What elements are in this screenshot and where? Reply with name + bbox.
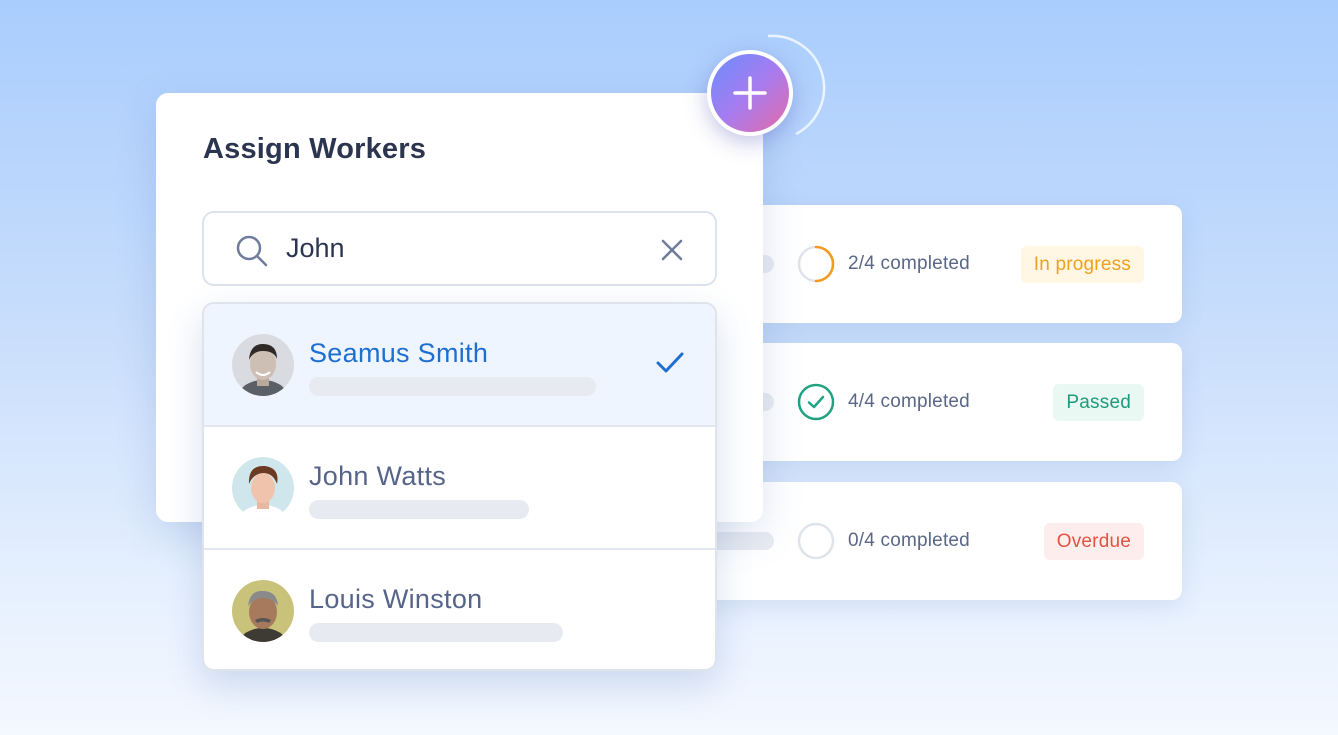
worker-option-seamus-smith[interactable]: Seamus Smith [204,304,715,427]
task-card-overdue[interactable]: 0/4 completed Overdue [700,482,1182,600]
search-icon [236,235,268,267]
status-badge: Overdue [1043,523,1144,560]
worker-results-dropdown: Seamus Smith John Watts Louis Winston [202,302,717,671]
status-badge: In progress [1020,246,1144,283]
search-input[interactable]: John [286,233,345,264]
worker-name: Louis Winston [309,584,483,614]
worker-option-john-watts[interactable]: John Watts [204,427,715,550]
close-icon[interactable] [659,237,685,263]
worker-option-louis-winston[interactable]: Louis Winston [204,550,715,669]
progress-ring-icon [797,522,835,560]
worker-detail-placeholder [309,623,563,642]
worker-search-field[interactable]: John [202,211,717,286]
worker-name: Seamus Smith [309,338,489,368]
panel-title: Assign Workers [203,133,427,165]
completed-count: 0/4 completed [848,530,970,551]
avatar [232,457,294,519]
completed-count: 4/4 completed [848,391,970,412]
status-badge: Passed [1053,384,1144,421]
worker-detail-placeholder [309,377,596,396]
add-worker-button[interactable] [707,50,793,136]
avatar [232,334,294,396]
completed-check-circle-icon [797,383,835,421]
worker-detail-placeholder [309,500,529,519]
task-card-in-progress[interactable]: 2/4 completed In progress [700,205,1182,323]
avatar [232,580,294,642]
task-card-passed[interactable]: 4/4 completed Passed [700,343,1182,461]
progress-ring-icon [797,245,835,283]
worker-name: John Watts [309,461,447,491]
check-icon [656,352,684,373]
plus-icon [733,76,767,110]
completed-count: 2/4 completed [848,253,970,274]
